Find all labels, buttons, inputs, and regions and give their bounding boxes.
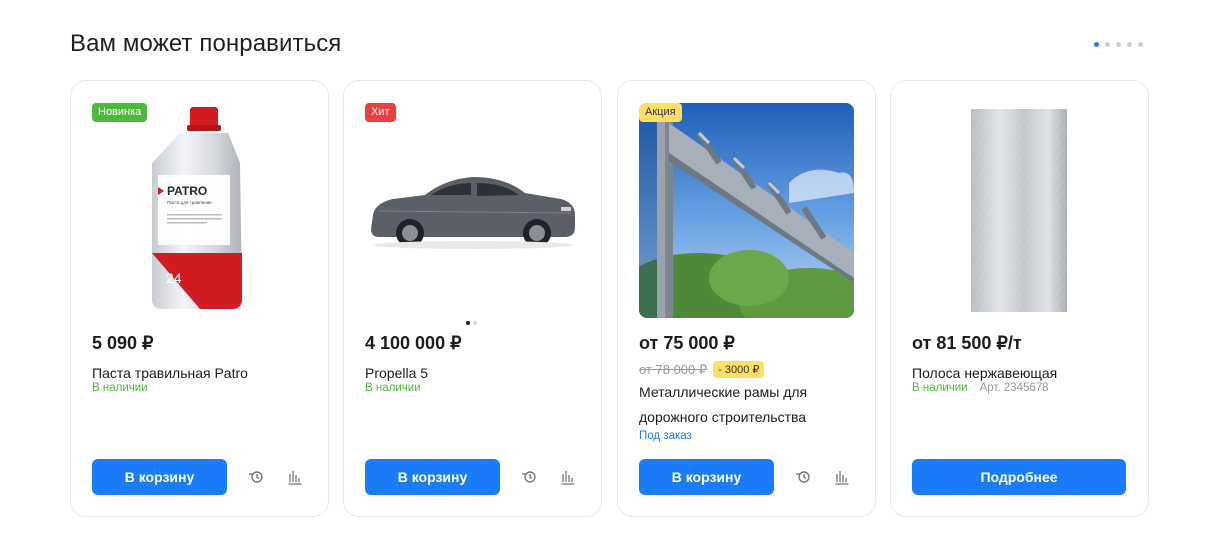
product-price: 5 090 ₽ [92,333,154,353]
pager-dot[interactable] [1116,42,1121,47]
slider-dot[interactable] [466,321,470,325]
product-card[interactable]: Хит 4 100 000 ₽ Propella 5 В наличии В к… [343,80,602,517]
compare-chart-icon[interactable] [285,467,305,487]
pager-dot[interactable] [1138,42,1143,47]
stock-status: В наличии [365,382,421,394]
stock-status: В наличии Арт. 2345678 [912,382,1049,394]
product-image[interactable] [365,103,580,318]
compare-chart-icon[interactable] [558,467,578,487]
discount-badge: - 3000 ₽ [713,361,765,378]
history-icon[interactable] [793,467,813,487]
add-to-cart-button[interactable]: В корзину [639,459,774,495]
section-title: Вам может понравиться [70,30,342,57]
image-slider-dots[interactable] [466,321,477,325]
bottle-brand: PATRO [167,184,207,198]
product-card[interactable]: Новинка PATRO Паста для травления 24 5 0… [70,80,329,517]
bottle-subtitle: Паста для травления [167,200,212,205]
article-number: Арт. 2345678 [979,382,1049,394]
product-card[interactable]: Акция от 75 000 ₽ от 78 000 ₽ - 3000 ₽ М… [617,80,876,517]
details-button[interactable]: Подробнее [912,459,1126,495]
add-to-cart-button[interactable]: В корзину [365,459,500,495]
bottle-number: 24 [166,270,182,286]
stock-status-label: В наличии [912,382,968,394]
stock-status: В наличии [92,382,148,394]
old-price-row: от 78 000 ₽ - 3000 ₽ [639,361,765,378]
carousel-pager[interactable] [1094,42,1143,47]
product-price: от 81 500 ₽/т [912,333,1022,353]
product-image[interactable] [639,103,854,318]
badge-hit: Хит [365,103,396,122]
stock-status: Под заказ [639,430,692,442]
product-image[interactable] [912,103,1127,318]
history-icon[interactable] [246,467,266,487]
pager-dot[interactable] [1105,42,1110,47]
compare-chart-icon[interactable] [832,467,852,487]
slider-dot[interactable] [473,321,477,325]
badge-sale: Акция [639,103,682,122]
product-card[interactable]: от 81 500 ₽/т Полоса нержавеющая В налич… [890,80,1149,517]
product-image[interactable]: PATRO Паста для травления 24 [92,103,307,318]
history-icon[interactable] [519,467,539,487]
pager-dot[interactable] [1094,42,1099,47]
product-name[interactable]: Металлические рамы для дорожного строите… [639,380,859,430]
product-price: от 75 000 ₽ [639,333,735,353]
old-price: от 78 000 ₽ [639,361,708,377]
add-to-cart-button[interactable]: В корзину [92,459,227,495]
badge-new: Новинка [92,103,148,122]
product-price: 4 100 000 ₽ [365,333,462,353]
pager-dot[interactable] [1127,42,1132,47]
